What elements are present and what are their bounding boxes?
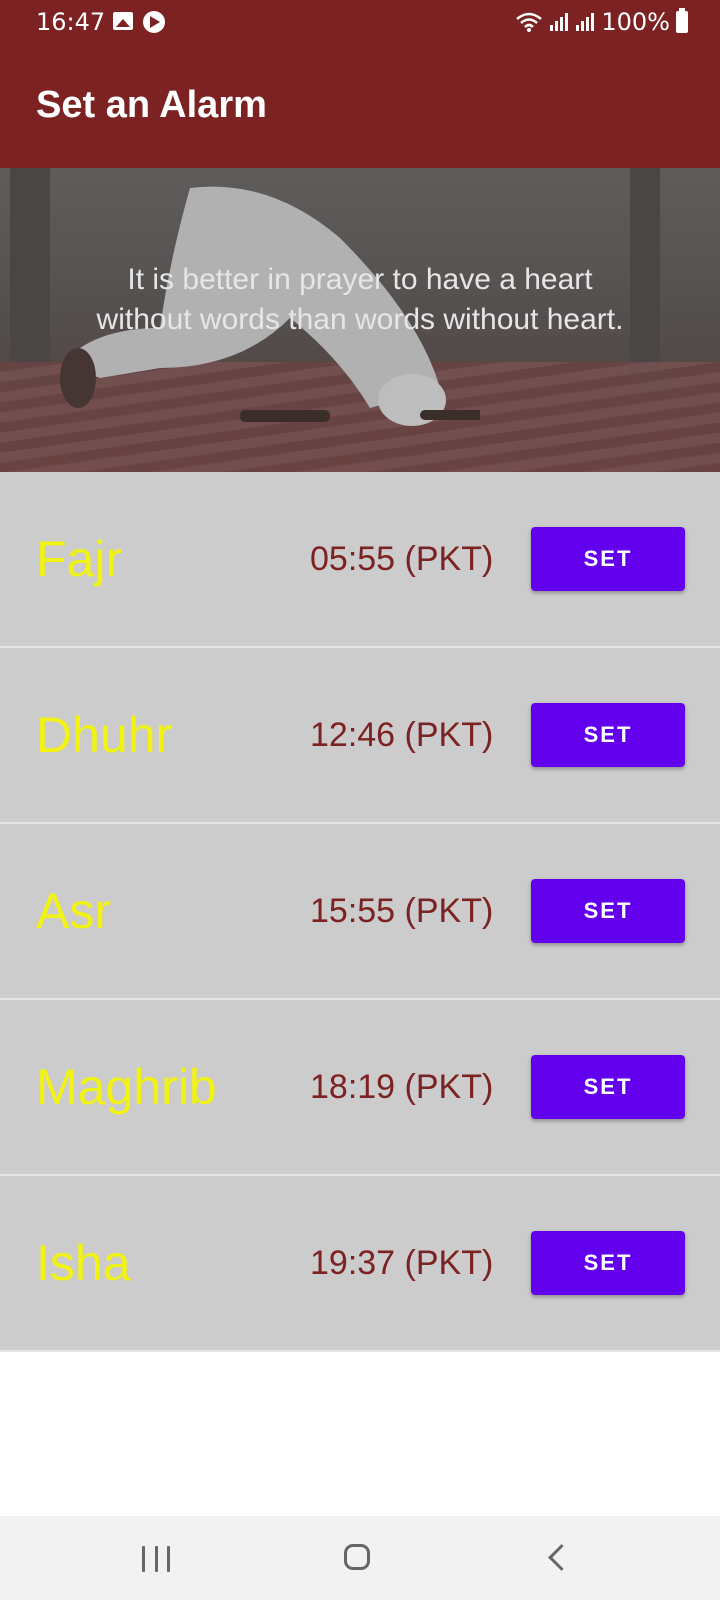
banner-quote: It is better in prayer to have a heart w… (96, 263, 624, 336)
gallery-icon (113, 12, 133, 30)
page-title: Set an Alarm (36, 84, 267, 126)
set-alarm-button-isha[interactable]: SET (531, 1231, 685, 1295)
status-time: 16:47 (36, 8, 106, 36)
status-bar: 16:47 100% (0, 0, 720, 46)
app-bar: Set an Alarm (0, 46, 720, 168)
status-right-group: 100% (515, 8, 688, 36)
prayer-name: Asr (36, 883, 111, 939)
prayer-time: 15:55 (PKT) (310, 892, 494, 930)
prayer-time: 18:19 (PKT) (310, 1068, 494, 1106)
set-alarm-button-dhuhr[interactable]: SET (531, 703, 685, 767)
prayer-time: 05:55 (PKT) (310, 540, 494, 578)
banner-image: It is better in prayer to have a heart w… (0, 168, 720, 472)
signal-icon (549, 11, 569, 33)
prayer-name: Maghrib (36, 1059, 217, 1115)
wifi-icon (515, 11, 543, 33)
prayer-row-dhuhr: Dhuhr 12:46 (PKT) SET (0, 648, 720, 824)
prayer-time: 12:46 (PKT) (310, 716, 494, 754)
back-icon[interactable] (548, 1544, 575, 1571)
prayer-row-isha: Isha 19:37 (PKT) SET (0, 1176, 720, 1352)
prayer-list: Fajr 05:55 (PKT) SET Dhuhr 12:46 (PKT) S… (0, 472, 720, 1352)
home-icon[interactable] (344, 1544, 370, 1570)
prayer-time: 19:37 (PKT) (310, 1244, 494, 1282)
battery-percent: 100% (601, 8, 670, 36)
set-alarm-button-asr[interactable]: SET (531, 879, 685, 943)
prayer-name: Dhuhr (36, 707, 173, 763)
set-alarm-button-maghrib[interactable]: SET (531, 1055, 685, 1119)
signal-icon (575, 11, 595, 33)
system-nav-bar (0, 1516, 720, 1600)
prayer-row-fajr: Fajr 05:55 (PKT) SET (0, 472, 720, 648)
set-alarm-button-fajr[interactable]: SET (531, 527, 685, 591)
prayer-name: Fajr (36, 531, 123, 587)
prayer-row-asr: Asr 15:55 (PKT) SET (0, 824, 720, 1000)
battery-icon (676, 8, 688, 33)
prayer-name: Isha (36, 1235, 131, 1291)
recents-icon[interactable] (142, 1546, 170, 1572)
prayer-row-maghrib: Maghrib 18:19 (PKT) SET (0, 1000, 720, 1176)
app-icon (143, 11, 165, 33)
